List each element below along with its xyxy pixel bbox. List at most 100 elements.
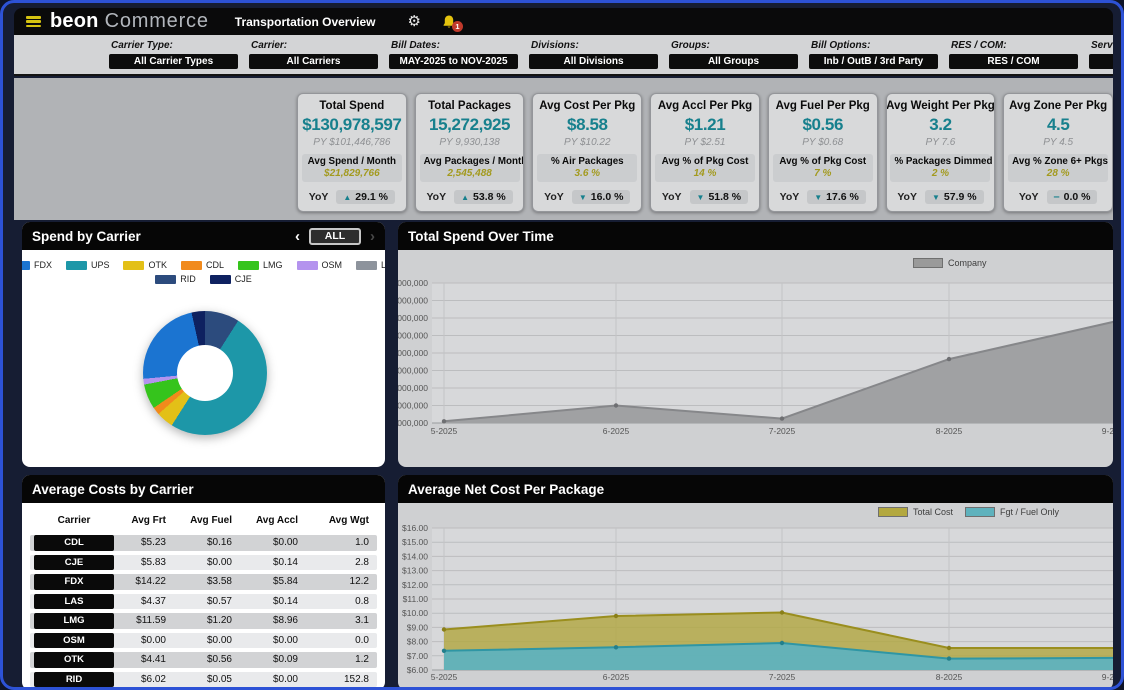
legend-item-rid[interactable]: RID bbox=[155, 274, 196, 284]
filter-dropdown[interactable]: All Divisions bbox=[529, 54, 658, 69]
svg-text:7-2025: 7-2025 bbox=[769, 672, 796, 682]
table-cell: $8.96 bbox=[272, 615, 298, 627]
legend-item-las[interactable]: LAS bbox=[356, 260, 385, 270]
table-row-cdl[interactable]: CDL $5.23 $0.16 $0.00 1.0 bbox=[30, 535, 377, 551]
table-row-otk[interactable]: OTK $4.41 $0.56 $0.09 1.2 bbox=[30, 652, 377, 668]
spend-by-carrier-title: Spend by Carrier bbox=[32, 228, 141, 244]
svg-text:$6.00: $6.00 bbox=[407, 665, 429, 675]
yoy-down-icon: ▼ bbox=[814, 192, 823, 202]
table-cell: $0.00 bbox=[272, 673, 298, 685]
kpi-yoy-label: YoY bbox=[308, 191, 329, 203]
legend-label: RID bbox=[180, 274, 196, 284]
kpi-card-5: Avg Weight Per Pkg 3.2 PY 7.6 % Packages Di… bbox=[885, 93, 996, 212]
carrier-range-all-button[interactable]: ALL bbox=[309, 227, 361, 245]
notifications-bell-icon[interactable]: 1 bbox=[441, 14, 463, 32]
legend-item-fgt-fuel[interactable]: Fgt / Fuel Only bbox=[965, 507, 1059, 517]
table-row-las[interactable]: LAS $4.37 $0.57 $0.14 0.8 bbox=[30, 593, 377, 609]
table-row-cje[interactable]: CJE $5.83 $0.00 $0.14 2.8 bbox=[30, 554, 377, 570]
legend-item-cje[interactable]: CJE bbox=[209, 274, 252, 284]
filter-dropdown[interactable] bbox=[1089, 54, 1113, 69]
table-cell: $4.41 bbox=[140, 654, 166, 666]
table-row-fdx[interactable]: FDX $14.22 $3.58 $5.84 12.2 bbox=[30, 574, 377, 590]
filter-dropdown[interactable]: All Carriers bbox=[249, 54, 378, 69]
company-legend-label: Company bbox=[948, 258, 987, 268]
filter-dropdown[interactable]: All Carrier Types bbox=[109, 54, 238, 69]
legend-item-lmg[interactable]: LMG bbox=[238, 260, 283, 270]
table-row-lmg[interactable]: LMG $11.59 $1.20 $8.96 3.1 bbox=[30, 613, 377, 629]
table-cell: $6.02 bbox=[140, 673, 166, 685]
net-cost-header: Average Net Cost Per Package bbox=[398, 475, 1113, 503]
filter-dropdown[interactable]: Inb / OutB / 3rd Party bbox=[809, 54, 938, 69]
kpi-value: $130,978,597 bbox=[302, 115, 402, 134]
svg-text:$8.00: $8.00 bbox=[407, 637, 429, 647]
fgt-fuel-legend-swatch bbox=[965, 507, 996, 517]
table-row-osm[interactable]: OSM $0.00 $0.00 $0.00 0.0 bbox=[30, 632, 377, 648]
kpi-sub-label: Avg Packages / Month bbox=[423, 156, 525, 167]
prev-page-chevron-icon[interactable]: ‹ bbox=[295, 229, 300, 244]
legend-swatch bbox=[155, 274, 177, 284]
menu-icon[interactable] bbox=[26, 16, 41, 27]
kpi-yoy-row: YoY ▲ 29.1 % bbox=[309, 190, 395, 204]
svg-text:$18,000,000: $18,000,000 bbox=[398, 401, 428, 411]
filter-group-2: Bill Dates: MAY-2025 to NOV-2025 bbox=[389, 40, 518, 74]
next-page-chevron-icon[interactable]: › bbox=[370, 229, 375, 244]
spend-by-carrier-donut-chart[interactable] bbox=[143, 311, 267, 435]
kpi-prior-year: PY $0.68 bbox=[802, 137, 844, 148]
legend-item-otk[interactable]: OTK bbox=[123, 260, 167, 270]
kpi-sub-metric: Avg Spend / Month $21,829,766 bbox=[301, 154, 402, 182]
table-cell: $0.00 bbox=[140, 634, 166, 646]
yoy-down-icon: ▼ bbox=[578, 192, 587, 202]
total-spend-legend: Company bbox=[913, 258, 987, 268]
table-cell: 0.0 bbox=[355, 634, 369, 646]
table-cell: $0.56 bbox=[206, 654, 232, 666]
carrier-badge: RID bbox=[34, 671, 114, 687]
settings-gear-icon[interactable]: ⚙ bbox=[408, 14, 421, 29]
kpi-sub-metric: Avg % Zone 6+ Pkgs 28 % bbox=[1008, 154, 1109, 182]
legend-item-total-cost[interactable]: Total Cost bbox=[878, 507, 953, 517]
kpi-sub-value: $21,829,766 bbox=[324, 168, 380, 179]
yoy-up-icon: ▲ bbox=[461, 192, 470, 202]
table-cell: 1.2 bbox=[355, 654, 369, 666]
brand-name-bold: beon bbox=[50, 10, 99, 32]
kpi-yoy-label: YoY bbox=[897, 191, 917, 203]
carrier-badge: FDX bbox=[34, 574, 114, 590]
svg-text:$16,000,000: $16,000,000 bbox=[398, 418, 428, 428]
kpi-sub-metric: Avg % of Pkg Cost 7 % bbox=[772, 154, 873, 182]
kpi-band: Total Spend $130,978,597 PY $101,446,786 Av… bbox=[14, 78, 1114, 220]
table-cell: $5.84 bbox=[272, 576, 298, 588]
col-header-avg-frt: Avg Frt bbox=[131, 514, 166, 526]
legend-item-fdx[interactable]: FDX bbox=[22, 260, 52, 270]
svg-text:8-2025: 8-2025 bbox=[936, 672, 963, 682]
svg-text:5-2025: 5-2025 bbox=[431, 672, 458, 682]
table-cell: $5.23 bbox=[140, 537, 166, 549]
table-cell: $0.00 bbox=[206, 634, 232, 646]
filter-group-1: Carrier: All Carriers bbox=[249, 40, 378, 74]
filter-dropdown[interactable]: RES / COM bbox=[949, 54, 1078, 69]
legend-item-company[interactable]: Company bbox=[913, 258, 987, 268]
legend-item-osm[interactable]: OSM bbox=[296, 260, 342, 270]
table-row-rid[interactable]: RID $6.02 $0.05 $0.00 152.8 bbox=[30, 671, 377, 687]
table-cell: $0.00 bbox=[272, 634, 298, 646]
kpi-value: 3.2 bbox=[929, 115, 952, 134]
svg-text:$30,000,000: $30,000,000 bbox=[398, 296, 428, 306]
table-cell: $5.83 bbox=[140, 556, 166, 568]
filter-dropdown[interactable]: MAY-2025 to NOV-2025 bbox=[389, 54, 518, 69]
kpi-yoy-label: YoY bbox=[426, 191, 447, 203]
average-costs-header: Average Costs by Carrier bbox=[22, 475, 385, 503]
legend-label: LAS bbox=[381, 260, 385, 270]
svg-text:$10.00: $10.00 bbox=[402, 608, 428, 618]
table-rows: CDL $5.23 $0.16 $0.00 1.0 CJE $5.83 $0.00 $0.14 2… bbox=[30, 535, 377, 687]
table-cell: 0.8 bbox=[355, 595, 369, 607]
kpi-yoy-value: 29.1 % bbox=[355, 191, 388, 203]
legend-item-ups[interactable]: UPS bbox=[65, 260, 109, 270]
svg-text:$14.00: $14.00 bbox=[402, 551, 428, 561]
kpi-value: $1.21 bbox=[684, 115, 726, 134]
kpi-value: 4.5 bbox=[1046, 115, 1070, 134]
kpi-yoy-value: 16.0 % bbox=[590, 191, 624, 203]
legend-item-cdl[interactable]: CDL bbox=[180, 260, 224, 270]
filter-dropdown[interactable]: All Groups bbox=[669, 54, 798, 69]
table-cell: 3.1 bbox=[355, 615, 369, 627]
total-spend-title: Total Spend Over Time bbox=[408, 228, 554, 244]
kpi-card-4: Avg Fuel Per Pkg $0.56 PY $0.68 Avg % of Pk… bbox=[767, 93, 878, 212]
total-spend-area-chart: $16,000,000 $18,000,000 $20,000,000 $22,000… bbox=[398, 278, 1113, 436]
